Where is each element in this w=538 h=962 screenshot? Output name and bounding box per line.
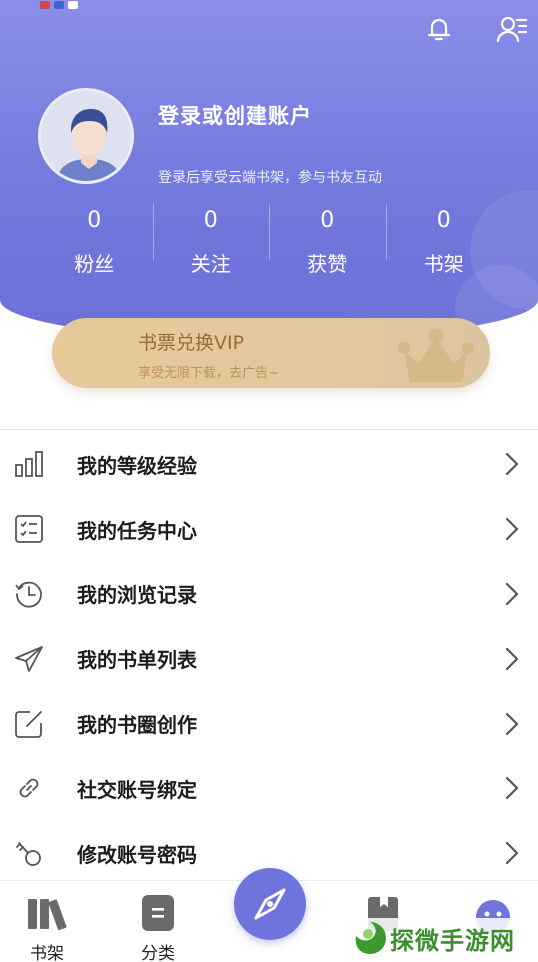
crown-icon [398, 329, 474, 382]
link-icon [19, 779, 39, 798]
stat-value: 0 [436, 208, 451, 233]
menu-item-label: 我的浏览记录 [77, 583, 197, 608]
default-avatar-icon [41, 91, 131, 181]
vip-subtitle: 享受无限下载，去广告~ [138, 366, 279, 381]
tab-bookshelf[interactable]: 书架 [2, 881, 92, 962]
menu-item-label: 我的等级经验 [77, 453, 197, 478]
menu-item-level[interactable]: 我的等级经验 [0, 432, 538, 497]
tab-label: 书架 [30, 944, 64, 962]
bookshelf-icon [28, 899, 67, 931]
menu-item-booklists[interactable]: 我的书单列表 [0, 626, 538, 691]
stat-value: 0 [203, 208, 218, 233]
category-icon [142, 895, 174, 931]
menu-item-history[interactable]: 我的浏览记录 [0, 562, 538, 627]
stat-value: 0 [87, 208, 102, 233]
key-icon [16, 842, 41, 867]
tab-label: 分类 [141, 944, 175, 962]
profile-header: 登录或创建账户 登录后享受云端书架，参与书友互动 0 粉丝 0 关注 0 获赞 … [0, 0, 538, 340]
menu-item-label: 社交账号绑定 [77, 777, 197, 802]
stat-value: 0 [320, 208, 335, 233]
status-bar-fragment [40, 0, 100, 9]
chevron-right-icon [505, 777, 519, 800]
stat-likes[interactable]: 0 获赞 [269, 200, 386, 280]
menu-item-social-binding[interactable]: 社交账号绑定 [0, 756, 538, 821]
chevron-right-icon [505, 647, 519, 670]
avatar[interactable] [38, 88, 134, 184]
vip-title: 书票兑换VIP [138, 332, 245, 354]
stat-following[interactable]: 0 关注 [152, 200, 270, 280]
watermark-text: 探微手游网 [390, 927, 515, 955]
menu-list: 我的等级经验 我的任务中心 我的浏览记录 我的书单列表 我的书圈创作 社交账号绑… [0, 432, 538, 886]
edit-square-icon [15, 710, 42, 738]
compass-discover-button[interactable] [234, 868, 306, 940]
divider [0, 429, 538, 430]
level-bars-icon [15, 451, 43, 478]
stat-label: 关注 [190, 252, 231, 276]
menu-item-creations[interactable]: 我的书圈创作 [0, 691, 538, 756]
bell-icon[interactable] [424, 14, 454, 44]
login-title[interactable]: 登录或创建账户 [158, 100, 312, 130]
watermark: 探微手游网 [350, 918, 538, 958]
stat-label: 获赞 [307, 252, 348, 276]
compass-icon [254, 888, 286, 920]
menu-item-label: 我的任务中心 [77, 518, 197, 543]
stat-label: 书架 [423, 252, 464, 276]
stat-bookshelf[interactable]: 0 书架 [385, 200, 503, 280]
menu-item-label: 我的书圈创作 [77, 713, 197, 738]
vip-exchange-card[interactable]: 书票兑换VIP 享受无限下载，去广告~ [52, 318, 490, 388]
menu-item-label: 修改账号密码 [77, 842, 197, 867]
menu-item-label: 我的书单列表 [77, 648, 197, 673]
stats-row: 0 粉丝 0 关注 0 获赞 0 书架 [36, 200, 502, 280]
chevron-right-icon [505, 582, 519, 606]
chevron-right-icon [505, 842, 519, 865]
chevron-right-icon [505, 518, 519, 541]
watermark-logo-icon [355, 922, 386, 954]
chevron-right-icon [505, 712, 519, 735]
stat-label: 粉丝 [74, 252, 115, 276]
history-clock-icon [15, 581, 42, 608]
login-subtitle: 登录后享受云端书架，参与书友互动 [158, 170, 382, 186]
paper-plane-icon [15, 645, 43, 672]
chevron-right-icon [505, 453, 519, 476]
tab-category[interactable]: 分类 [113, 881, 203, 962]
user-settings-icon[interactable] [496, 14, 528, 44]
menu-item-tasks[interactable]: 我的任务中心 [0, 497, 538, 562]
stat-followers[interactable]: 0 粉丝 [36, 200, 153, 280]
task-checklist-icon [15, 515, 43, 544]
